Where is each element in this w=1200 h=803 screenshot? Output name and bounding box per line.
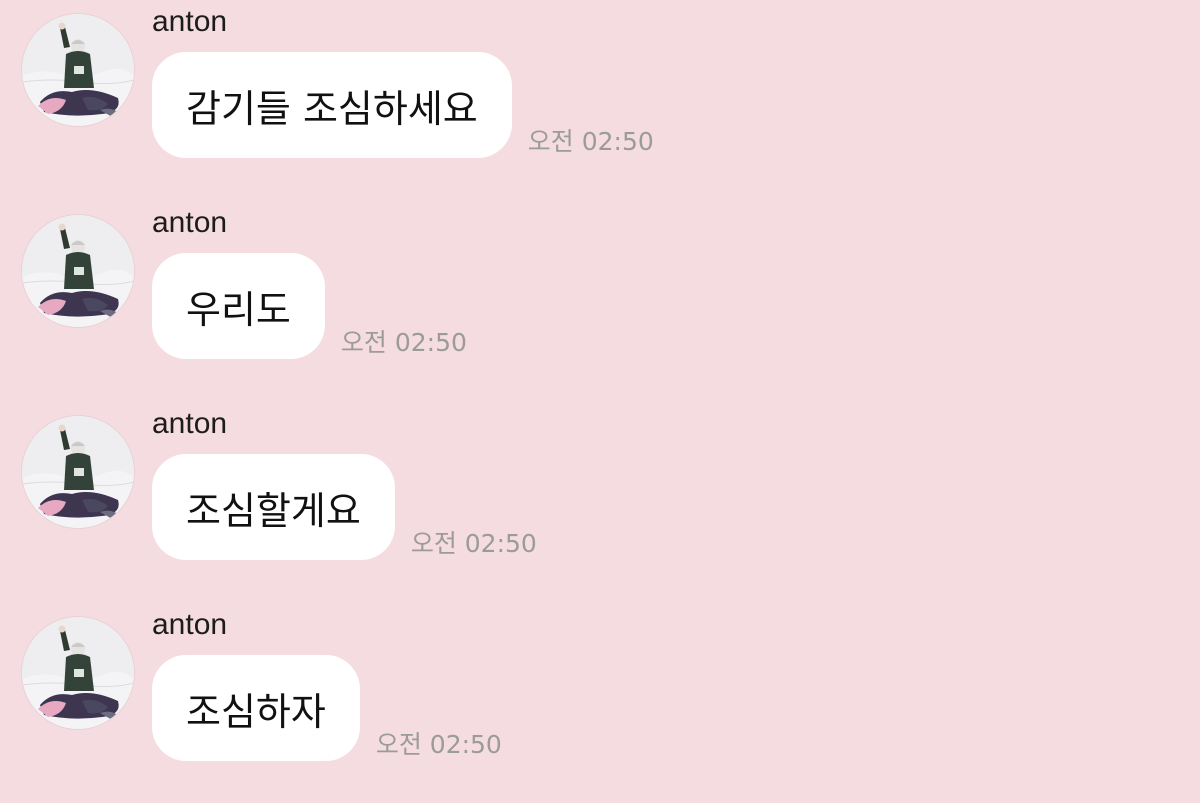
message: anton 우리도 오전 02:50: [0, 201, 1200, 401]
timestamp: 오전 02:50: [410, 529, 537, 558]
message-row: 조심하자 오전 02:50: [152, 655, 502, 761]
avatar[interactable]: [22, 215, 134, 327]
timestamp: 오전 02:50: [340, 328, 467, 357]
message: anton 조심할게요 오전 02:50: [0, 402, 1200, 602]
timestamp: 오전 02:50: [375, 730, 502, 759]
message-bubble[interactable]: 조심하자: [152, 655, 360, 761]
sender-name: anton: [152, 407, 228, 440]
message-bubble[interactable]: 감기들 조심하세요: [152, 52, 512, 158]
message: anton 조심하자 오전 02:50: [0, 603, 1200, 803]
sender-name: anton: [152, 206, 228, 239]
chat-thread: anton 감기들 조심하세요 오전 02:50 anton 우리도 오전 02…: [0, 0, 1200, 779]
sender-name: anton: [152, 5, 228, 38]
avatar[interactable]: [22, 14, 134, 126]
message-bubble[interactable]: 우리도: [152, 253, 325, 359]
avatar[interactable]: [22, 416, 134, 528]
message-row: 우리도 오전 02:50: [152, 253, 467, 359]
message-row: 감기들 조심하세요 오전 02:50: [152, 52, 654, 158]
message: anton 감기들 조심하세요 오전 02:50: [0, 0, 1200, 200]
avatar[interactable]: [22, 617, 134, 729]
message-row: 조심할게요 오전 02:50: [152, 454, 537, 560]
sender-name: anton: [152, 608, 228, 641]
message-bubble[interactable]: 조심할게요: [152, 454, 395, 560]
timestamp: 오전 02:50: [527, 127, 654, 156]
